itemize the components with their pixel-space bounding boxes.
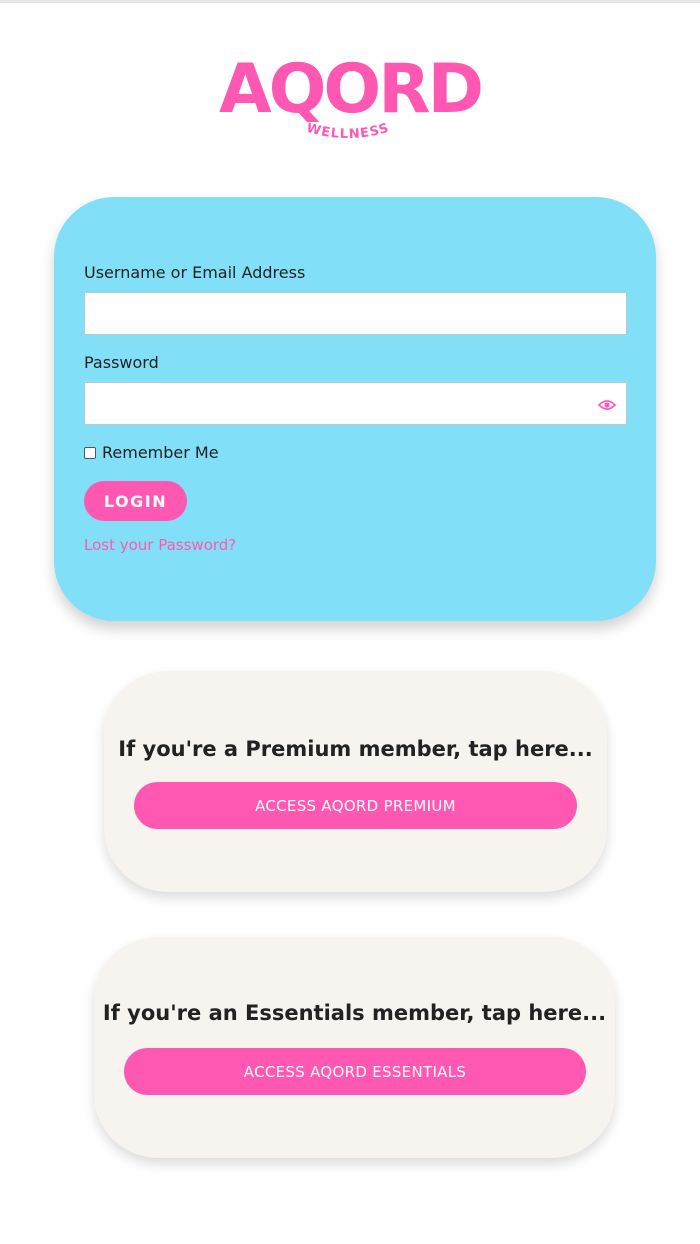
essentials-heading: If you're an Essentials member, tap here… [102, 1001, 607, 1025]
lost-password-link[interactable]: Lost your Password? [84, 536, 236, 554]
eye-icon [598, 400, 616, 410]
premium-heading: If you're a Premium member, tap here... [118, 737, 593, 761]
top-border [0, 0, 700, 3]
login-button[interactable]: LOGIN [84, 481, 187, 521]
username-label: Username or Email Address [84, 263, 306, 282]
remember-me[interactable]: Remember Me [84, 443, 219, 462]
essentials-card: If you're an Essentials member, tap here… [94, 937, 615, 1158]
login-card: Username or Email Address Password Remem… [54, 197, 656, 621]
username-input[interactable] [84, 292, 627, 335]
show-password-button[interactable] [595, 394, 619, 416]
remember-me-label: Remember Me [102, 443, 219, 462]
premium-card: If you're a Premium member, tap here... … [104, 671, 607, 892]
access-premium-button[interactable]: ACCESS AQORD PREMIUM [134, 782, 577, 829]
logo-tagline: WELLNESS [305, 122, 391, 142]
access-essentials-button[interactable]: ACCESS AQORD ESSENTIALS [124, 1048, 586, 1095]
brand-logo: AQORD WELLNESS [0, 52, 700, 152]
password-input[interactable] [84, 382, 627, 425]
password-label: Password [84, 353, 159, 372]
logo-wordmark: AQORD [218, 50, 484, 129]
svg-text:WELLNESS: WELLNESS [305, 122, 391, 142]
remember-me-checkbox[interactable] [84, 446, 96, 459]
